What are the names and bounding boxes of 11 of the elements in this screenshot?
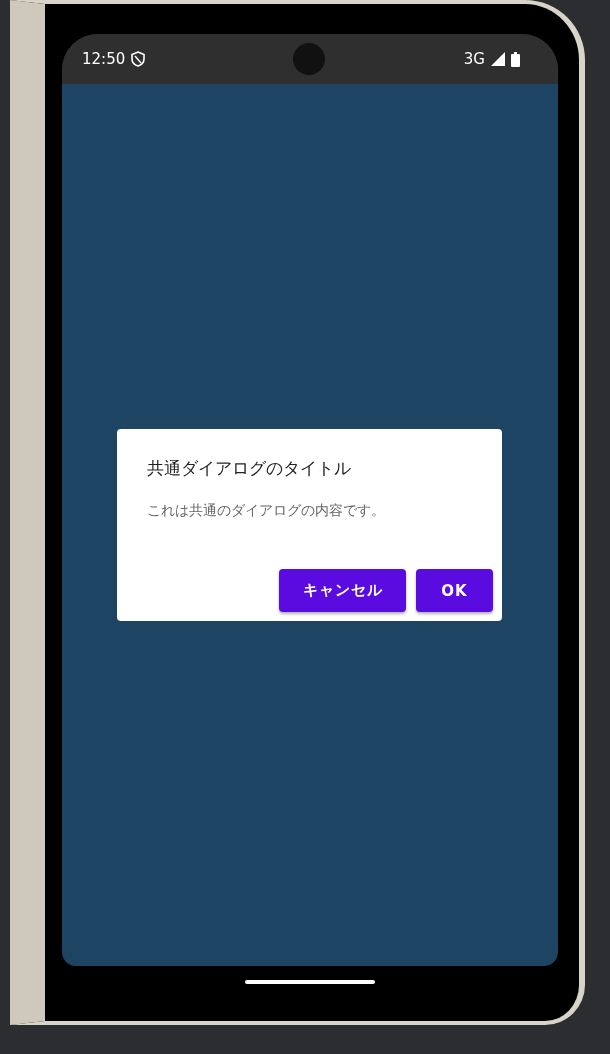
- signal-icon: [491, 52, 505, 66]
- battery-icon: [511, 51, 520, 67]
- status-time: 12:50: [82, 50, 126, 68]
- dialog-message: これは共通のダイアログの内容です。: [147, 502, 386, 520]
- home-indicator[interactable]: [245, 980, 375, 984]
- dialog-button[interactable]: OK: [416, 569, 493, 612]
- camera-icon: [293, 43, 325, 75]
- dialog-title: 共通ダイアログのタイトル: [147, 457, 352, 480]
- dialog-button[interactable]: キャンセル: [279, 569, 406, 612]
- network-label: 3G: [463, 50, 485, 68]
- shield-icon: [131, 51, 146, 67]
